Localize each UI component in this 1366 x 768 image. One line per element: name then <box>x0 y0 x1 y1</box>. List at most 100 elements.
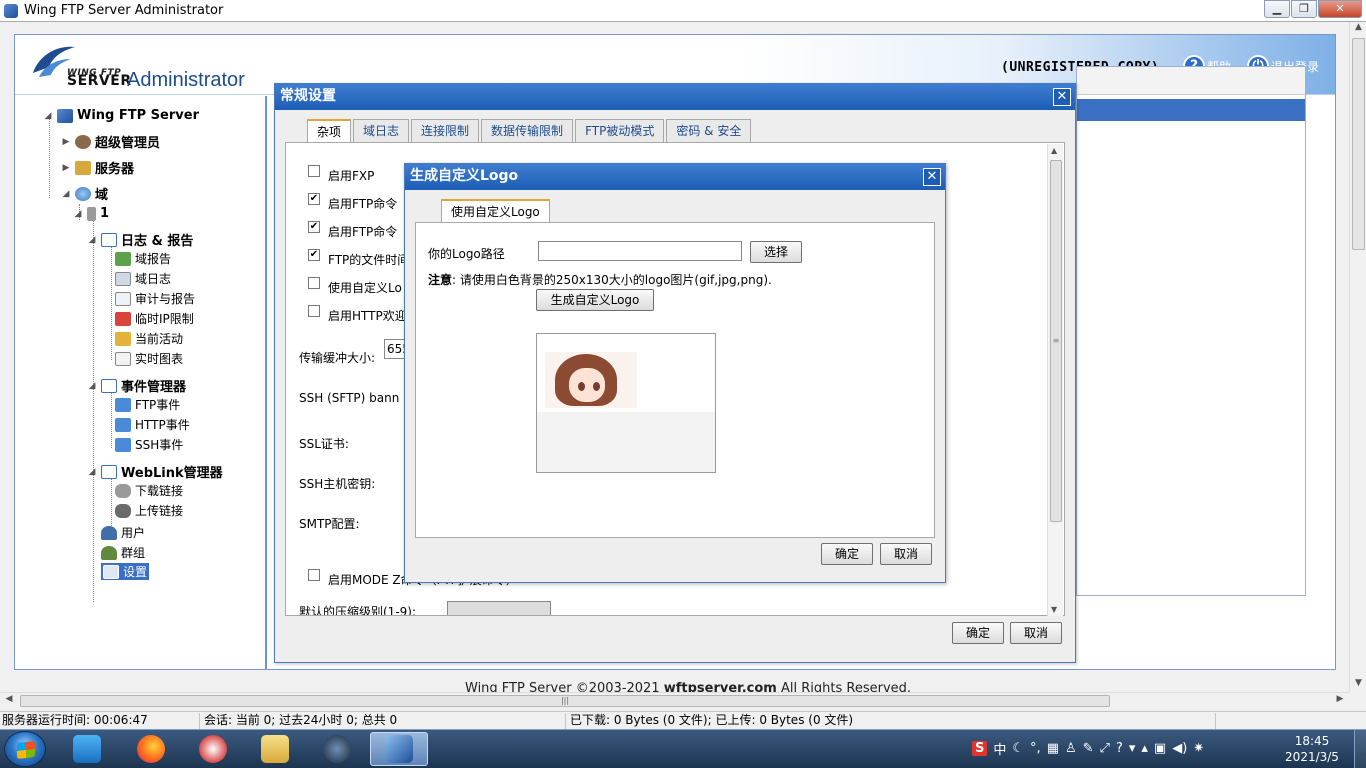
settings-scrollbar[interactable]: ▲ ≡ ▼ <box>1047 144 1063 616</box>
option-fxp[interactable]: 启用FXP <box>308 164 374 184</box>
option-ftp-cmd-1[interactable]: ✔ 启用FTP命令 <box>308 192 397 212</box>
scroll-thumb[interactable] <box>1352 38 1365 250</box>
tree-superadmin[interactable]: ▶ 超级管理员 <box>61 132 160 151</box>
tree-weblink-manager[interactable]: ◢ WebLink管理器 <box>87 462 223 481</box>
tab-transfer-limit[interactable]: 数据传输限制 <box>481 119 574 143</box>
wrench-icon[interactable]: ✎ <box>1083 741 1094 756</box>
checkbox-ftp-cmd-1[interactable]: ✔ <box>308 192 320 205</box>
tab-connection-limit[interactable]: 连接限制 <box>411 119 480 143</box>
tree-groups[interactable]: 群组 <box>101 544 145 561</box>
taskbar-firefox[interactable] <box>122 732 180 766</box>
option-http-welcome[interactable]: 启用HTTP欢迎 <box>308 304 407 324</box>
scroll-right-icon[interactable]: ▶ <box>1333 694 1347 704</box>
taskbar-clock[interactable]: 18:45 2021/3/5 <box>1276 733 1348 765</box>
browse-button[interactable]: 选择 <box>750 241 802 263</box>
moon-icon[interactable]: ☾ <box>1012 741 1024 756</box>
list-selected-row[interactable] <box>1077 99 1305 121</box>
tree-groups-label: 群组 <box>121 546 146 560</box>
close-dialog-button[interactable]: ✕ <box>1053 88 1071 106</box>
tree-domain-report[interactable]: 域报告 <box>115 250 171 267</box>
tree-event-manager[interactable]: ◢ 事件管理器 <box>87 376 186 395</box>
tab-ftp-passive[interactable]: FTP被动模式 <box>575 119 665 143</box>
scroll-left-icon[interactable]: ◀ <box>2 694 16 704</box>
scroll-up-icon[interactable]: ▲ <box>1350 22 1366 36</box>
generate-logo-button[interactable]: 生成自定义Logo <box>536 289 654 311</box>
tree-http-event[interactable]: HTTP事件 <box>115 416 190 433</box>
tree-domains[interactable]: ◢ 域 <box>61 184 108 203</box>
scroll-thumb[interactable]: ||| <box>20 695 1110 707</box>
taskbar-wingftp[interactable] <box>370 732 428 766</box>
punctuation-mode[interactable]: °, <box>1030 741 1041 756</box>
taskbar-explorer[interactable] <box>246 732 304 766</box>
dropdown-icon[interactable]: ▾ <box>1129 741 1136 756</box>
taskbar-steam[interactable] <box>308 732 366 766</box>
tree-settings-label: 设置 <box>123 565 148 579</box>
show-desktop-button[interactable] <box>1354 730 1366 768</box>
logo-path-input[interactable] <box>538 241 742 261</box>
tree-current-activity[interactable]: 当前活动 <box>115 330 183 347</box>
checkbox-http-welcome[interactable] <box>308 304 320 317</box>
tree-download-link[interactable]: 下载链接 <box>115 482 183 499</box>
tab-domain-log[interactable]: 域日志 <box>353 119 410 143</box>
network-icon[interactable]: ▣ <box>1154 741 1166 756</box>
tree-logs-reports-label: 日志 & 报告 <box>121 234 194 249</box>
keyboard-icon[interactable]: ▦ <box>1047 741 1059 756</box>
settings-ok-button[interactable]: 确定 <box>952 622 1004 644</box>
notification-icon[interactable]: ✷ <box>1193 741 1204 756</box>
tree-ftp-event-label: FTP事件 <box>135 398 181 412</box>
expand-icon[interactable]: ⤢ <box>1100 741 1110 756</box>
logo-ok-button[interactable]: 确定 <box>821 543 873 565</box>
checkbox-ftp-file-time[interactable]: ✔ <box>308 248 320 261</box>
list-icon <box>101 232 117 247</box>
tree-domain-log[interactable]: 域日志 <box>115 270 171 287</box>
tree-settings[interactable]: 设置 <box>101 563 150 580</box>
tab-use-custom-logo[interactable]: 使用自定义Logo <box>441 199 550 223</box>
maximize-button[interactable]: ❐ <box>1291 0 1317 18</box>
option-ftp-cmd-2[interactable]: ✔ 启用FTP命令 <box>308 220 397 240</box>
tree-servers[interactable]: ▶ 服务器 <box>61 158 134 177</box>
chart-icon <box>115 351 131 366</box>
tree-logs-reports[interactable]: ◢ 日志 & 报告 <box>87 230 193 249</box>
taskbar-media-player[interactable] <box>58 732 116 766</box>
tree-ssh-event[interactable]: SSH事件 <box>115 436 183 453</box>
checkbox-custom-logo[interactable] <box>308 276 320 289</box>
volume-icon[interactable]: ◀) <box>1172 741 1187 756</box>
tree-upload-link[interactable]: 上传链接 <box>115 502 183 519</box>
tree-root[interactable]: ◢ Wing FTP Server <box>43 108 199 123</box>
checkbox-ftp-cmd-2[interactable]: ✔ <box>308 220 320 233</box>
option-ftp-file-time[interactable]: ✔ FTP的文件时间 <box>308 248 409 268</box>
tree-domain-1-label: 1 <box>100 206 110 221</box>
compression-level-input[interactable] <box>447 601 551 615</box>
link-upload-icon <box>115 503 131 518</box>
logo-cancel-button[interactable]: 取消 <box>880 543 932 565</box>
show-hidden-icons[interactable]: ▴ <box>1141 741 1148 756</box>
tree-domain-1[interactable]: ◢ 1 <box>73 206 110 221</box>
start-button[interactable] <box>4 731 46 767</box>
minimize-button[interactable]: ▁ <box>1264 0 1290 18</box>
tree-ftp-event[interactable]: FTP事件 <box>115 396 180 413</box>
tree-download-link-label: 下载链接 <box>135 484 184 498</box>
help-tray-icon[interactable]: ? <box>1116 741 1123 756</box>
tree-weblink-manager-label: WebLink管理器 <box>121 466 223 481</box>
settings-cancel-button[interactable]: 取消 <box>1010 622 1062 644</box>
checkbox-fxp[interactable] <box>308 164 320 177</box>
scroll-down-icon[interactable]: ▼ <box>1350 678 1366 692</box>
tab-misc[interactable]: 杂项 <box>307 119 352 143</box>
window-horizontal-scrollbar[interactable]: ◀ ||| ▶ <box>0 692 1349 709</box>
tree-temp-ip[interactable]: 临时IP限制 <box>115 310 194 327</box>
ip-block-icon <box>115 311 131 326</box>
sogou-ime-icon[interactable]: S <box>972 741 988 756</box>
user-tray-icon[interactable]: ♙ <box>1065 741 1077 756</box>
taskbar-tool[interactable] <box>184 732 242 766</box>
tree-users[interactable]: 用户 <box>101 524 145 541</box>
window-vertical-scrollbar[interactable]: ▲ ▼ <box>1349 22 1366 692</box>
tree-realtime-chart[interactable]: 实时图表 <box>115 350 183 367</box>
close-window-button[interactable]: ✕ <box>1318 0 1362 18</box>
tab-password-security[interactable]: 密码 & 安全 <box>666 119 752 143</box>
checkbox-mode-z[interactable] <box>308 568 320 581</box>
tree-audit-report[interactable]: 审计与报告 <box>115 290 195 307</box>
option-custom-logo[interactable]: 使用自定义Lo <box>308 276 402 296</box>
close-logo-dialog-button[interactable]: ✕ <box>923 168 941 186</box>
scroll-thumb[interactable]: ≡ <box>1050 160 1062 522</box>
ime-mode[interactable]: 中 <box>993 739 1006 758</box>
